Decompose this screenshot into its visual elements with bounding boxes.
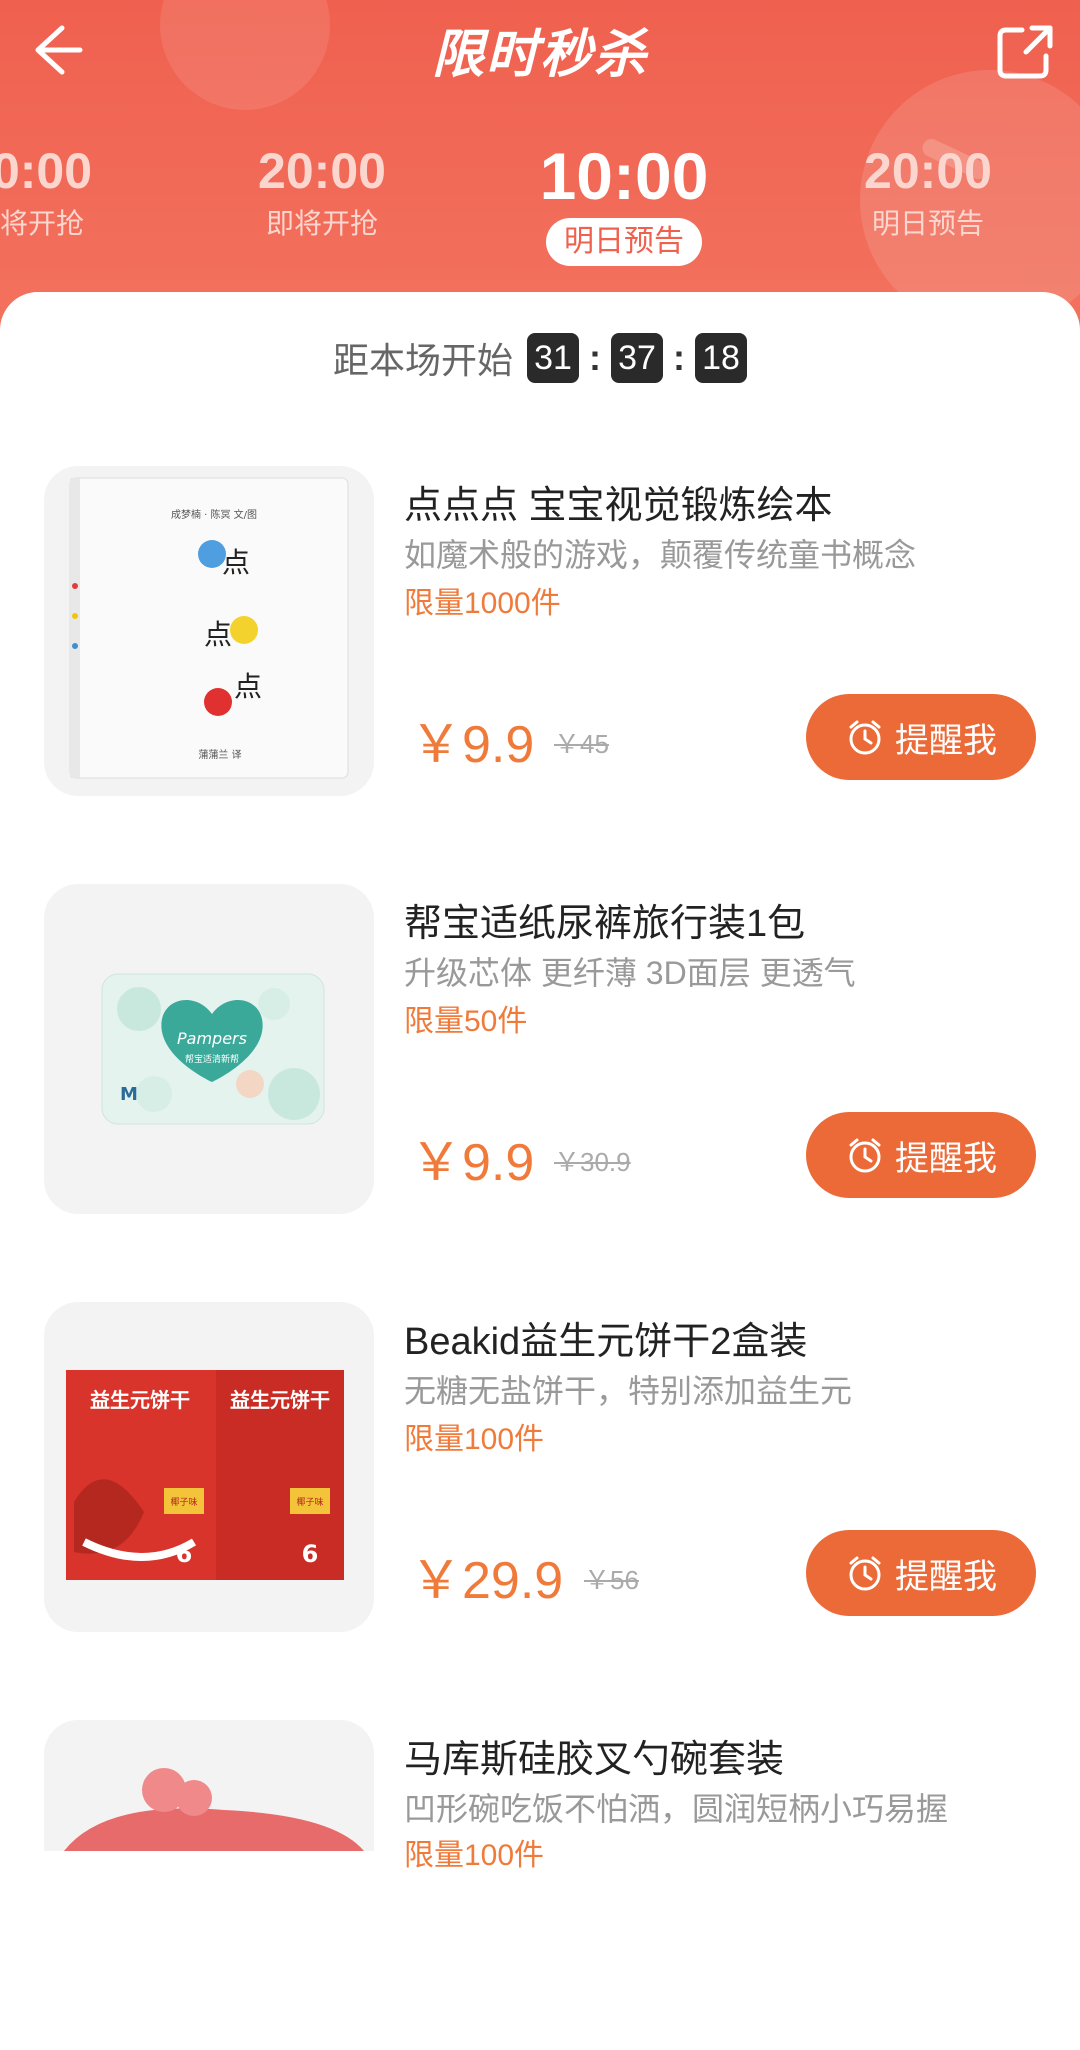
product-name: 马库斯硅胶叉勺碗套装	[404, 1739, 785, 1781]
countdown-minutes: 37	[611, 333, 663, 383]
countdown: 距本场开始 31 : 37 : 18	[0, 330, 1080, 386]
stock-limit: 限量100件	[404, 1423, 545, 1456]
sale-price: ￥9.9	[410, 1134, 535, 1192]
svg-text:点: 点	[222, 546, 250, 579]
product-desc: 无糖无盐饼干，特别添加益生元	[404, 1373, 853, 1409]
original-price: ￥30.9	[554, 1147, 631, 1177]
stock-limit: 限量1000件	[404, 587, 561, 620]
time-slot[interactable]: 0:00 将开抢	[0, 140, 142, 244]
svg-text:6: 6	[302, 1540, 319, 1568]
header: 限时秒杀 0:00 将开抢 20:00 即将开抢 10:00 明日预告 20:0…	[0, 0, 1080, 330]
time-slot-active[interactable]: 10:00 明日预告	[504, 138, 744, 266]
remind-label: 提醒我	[895, 1557, 997, 1596]
slot-time: 20:00	[864, 143, 992, 199]
time-slot[interactable]: 20:00 明日预告	[828, 140, 1028, 244]
product-image[interactable]	[44, 1720, 374, 1851]
svg-text:椰子味: 椰子味	[170, 1496, 197, 1508]
product-desc: 升级芯体 更纤薄 3D面层 更透气	[404, 955, 856, 991]
product-item[interactable]: Pampers 帮宝适清新帮 M 帮宝适纸尿裤旅行装1包 升级芯体 更纤薄 3D…	[0, 884, 1080, 1214]
svg-text:点: 点	[234, 670, 262, 703]
slot-status: 将开抢	[0, 208, 84, 239]
countdown-hours: 31	[527, 333, 579, 383]
product-item[interactable]: 马库斯硅胶叉勺碗套装 凹形碗吃饭不怕洒，圆润短柄小巧易握 限量100件	[0, 1720, 1080, 2050]
original-price: ￥56	[584, 1565, 639, 1595]
product-name: 帮宝适纸尿裤旅行装1包	[404, 903, 806, 945]
alarm-clock-icon	[849, 720, 881, 755]
time-slot[interactable]: 20:00 即将开抢	[222, 140, 422, 244]
svg-text:Pampers: Pampers	[177, 1029, 247, 1048]
stock-limit: 限量50件	[404, 1005, 528, 1038]
remind-label: 提醒我	[895, 721, 997, 760]
svg-text:成梦楠 · 陈冥 文/图: 成梦楠 · 陈冥 文/图	[171, 508, 257, 521]
svg-text:6: 6	[176, 1540, 193, 1568]
product-image[interactable]: 成梦楠 · 陈冥 文/图 点 点 点 蒲蒲兰 译	[44, 466, 374, 796]
alarm-clock-icon	[849, 1138, 881, 1173]
svg-text:益生元饼干: 益生元饼干	[90, 1388, 190, 1412]
product-desc: 如魔术般的游戏，颠覆传统童书概念	[404, 537, 917, 573]
page-title: 限时秒杀	[431, 25, 648, 85]
product-image[interactable]: 益生元饼干 益生元饼干 椰子味 椰子味 6 6	[44, 1302, 374, 1632]
countdown-seconds: 18	[695, 333, 747, 383]
sale-price: ￥29.9	[410, 1552, 564, 1610]
svg-text:M: M	[120, 1084, 138, 1105]
slot-time: 20:00	[258, 143, 386, 199]
product-image[interactable]: Pampers 帮宝适清新帮 M	[44, 884, 374, 1214]
product-desc: 凹形碗吃饭不怕洒，圆润短柄小巧易握	[404, 1791, 949, 1827]
svg-text:蒲蒲兰 译: 蒲蒲兰 译	[198, 748, 241, 761]
svg-text:帮宝适清新帮: 帮宝适清新帮	[185, 1053, 239, 1065]
remind-button[interactable]: 提醒我	[806, 1112, 1036, 1198]
remind-button[interactable]: 提醒我	[806, 1530, 1036, 1616]
slot-status: 明日预告	[546, 218, 702, 266]
slot-time: 0:00	[0, 143, 93, 199]
stock-limit: 限量100件	[404, 1839, 545, 1872]
svg-text:益生元饼干: 益生元饼干	[230, 1388, 330, 1412]
sale-price: ￥9.9	[410, 716, 535, 774]
slot-status: 即将开抢	[265, 208, 378, 239]
product-name: 点点点 宝宝视觉锻炼绘本	[404, 485, 833, 527]
product-name: Beakid益生元饼干2盒装	[404, 1321, 808, 1363]
remind-label: 提醒我	[895, 1139, 997, 1178]
product-item[interactable]: 益生元饼干 益生元饼干 椰子味 椰子味 6 6 Beakid益生元饼干2盒装 无…	[0, 1302, 1080, 1632]
countdown-label: 距本场开始	[332, 340, 513, 381]
share-icon[interactable]	[992, 16, 1058, 82]
slot-status: 明日预告	[871, 208, 984, 239]
slot-time: 10:00	[539, 139, 709, 213]
svg-text:点: 点	[204, 618, 232, 651]
remind-button[interactable]: 提醒我	[806, 694, 1036, 780]
product-item[interactable]: 成梦楠 · 陈冥 文/图 点 点 点 蒲蒲兰 译 点点点 宝宝视觉锻炼绘本 如魔…	[0, 466, 1080, 796]
countdown-separator: :	[589, 337, 601, 378]
svg-text:椰子味: 椰子味	[296, 1496, 323, 1508]
original-price: ￥45	[554, 729, 609, 759]
alarm-clock-icon	[849, 1556, 881, 1591]
countdown-separator: :	[673, 337, 685, 378]
